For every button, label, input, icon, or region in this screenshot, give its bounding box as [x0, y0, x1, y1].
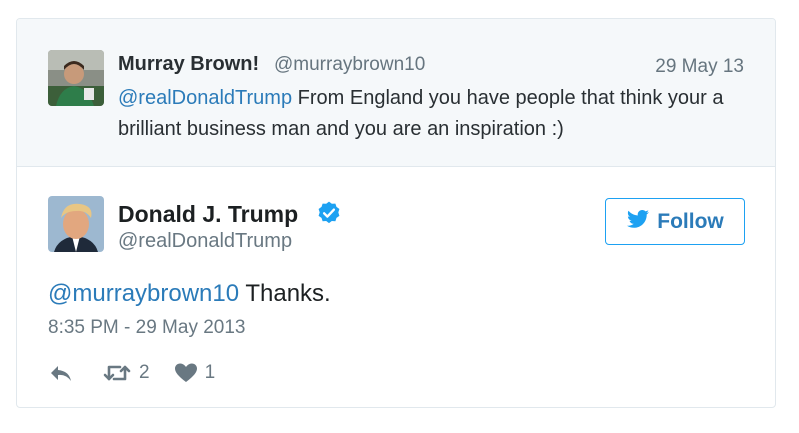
avatar-donald-trump[interactable] — [48, 196, 104, 252]
twitter-bird-icon — [626, 207, 650, 237]
reply-button[interactable] — [48, 362, 74, 384]
main-tweet-timestamp[interactable]: 8:35 PM - 29 May 2013 — [48, 317, 246, 339]
embedded-tweet-card: Murray Brown! @murraybrown10 29 May 13 @… — [16, 18, 776, 408]
parent-tweet: Murray Brown! @murraybrown10 29 May 13 @… — [17, 19, 775, 167]
parent-tweet-date[interactable]: 29 May 13 — [655, 56, 744, 78]
follow-label: Follow — [657, 209, 724, 233]
main-author-handle[interactable]: @realDonaldTrump — [118, 230, 292, 253]
verified-badge-icon — [316, 200, 342, 226]
tweet-actions: 2 1 — [48, 359, 215, 387]
heart-icon — [174, 362, 198, 384]
like-count: 1 — [204, 362, 216, 383]
follow-button[interactable]: Follow — [605, 198, 745, 245]
main-tweet-body: Thanks. — [239, 280, 331, 307]
retweet-icon — [102, 362, 132, 384]
avatar-murray-brown[interactable] — [48, 50, 104, 106]
main-mention-link[interactable]: @murraybrown10 — [48, 280, 239, 307]
parent-mention-link[interactable]: @realDonaldTrump — [118, 87, 292, 109]
reply-icon — [48, 362, 74, 384]
parent-author-name[interactable]: Murray Brown! — [118, 53, 259, 76]
like-button[interactable]: 1 — [174, 362, 216, 384]
main-author-name[interactable]: Donald J. Trump — [118, 201, 298, 228]
retweet-button[interactable]: 2 — [102, 362, 150, 384]
parent-author-handle[interactable]: @murraybrown10 — [274, 54, 425, 76]
retweet-count: 2 — [139, 362, 150, 383]
main-tweet-text: @murraybrown10 Thanks. — [48, 280, 331, 308]
parent-tweet-text: @realDonaldTrump From England you have p… — [118, 83, 758, 145]
